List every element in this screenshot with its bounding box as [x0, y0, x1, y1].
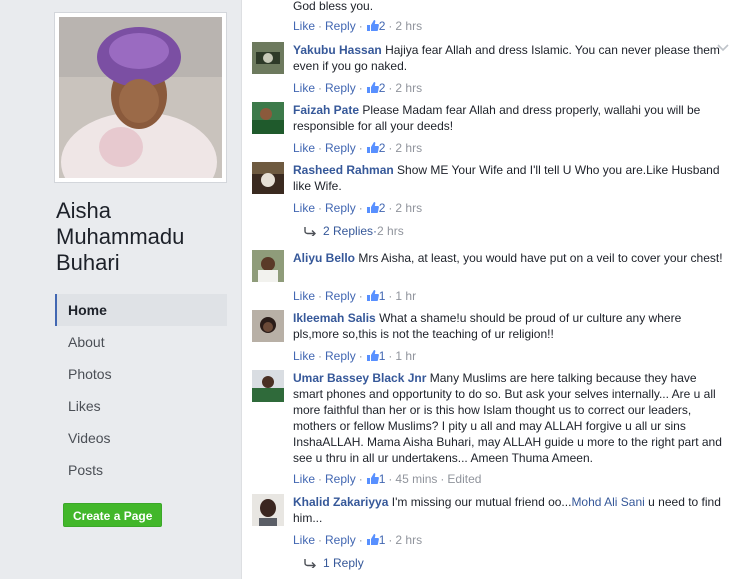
reply-link[interactable]: Reply: [325, 472, 356, 486]
like-count[interactable]: 1: [379, 349, 386, 363]
nav-home[interactable]: Home: [55, 294, 227, 326]
comment-time: 2 hrs: [395, 533, 423, 547]
avatar[interactable]: [252, 370, 284, 402]
page-nav: Home About Photos Likes Videos Posts: [55, 294, 227, 486]
avatar[interactable]: [252, 250, 284, 282]
thumbs-up-icon: [366, 350, 379, 361]
reply-link[interactable]: Reply: [325, 533, 356, 547]
reply-link[interactable]: Reply: [325, 141, 356, 155]
nav-posts[interactable]: Posts: [55, 454, 227, 486]
thumbs-up-icon: [366, 142, 379, 153]
mention-link[interactable]: Mohd Ali Sani: [571, 495, 644, 509]
like-count[interactable]: 2: [379, 19, 386, 33]
comment-text: Many Muslims are here talking because th…: [293, 371, 722, 465]
nav-videos[interactable]: Videos: [55, 422, 227, 454]
comment-author[interactable]: Khalid Zakariyya: [293, 495, 388, 509]
reply-link[interactable]: Reply: [325, 289, 356, 303]
reply-link[interactable]: Reply: [325, 201, 356, 215]
page-title-line: Muhammadu: [56, 224, 185, 249]
profile-picture[interactable]: [54, 12, 227, 183]
like-link[interactable]: Like: [293, 81, 315, 95]
like-link[interactable]: Like: [293, 349, 315, 363]
like-link[interactable]: Like: [293, 141, 315, 155]
like-link[interactable]: Like: [293, 533, 315, 547]
like-link[interactable]: Like: [293, 201, 315, 215]
avatar-image: [252, 370, 284, 402]
reply-link[interactable]: Reply: [325, 349, 356, 363]
reply-arrow-icon: [304, 559, 316, 568]
edited-label[interactable]: Edited: [447, 472, 481, 486]
avatar-image: [252, 102, 284, 134]
avatar[interactable]: [252, 102, 284, 134]
comment-time: 2 hrs: [395, 141, 423, 155]
avatar-image: [252, 494, 284, 526]
like-count[interactable]: 2: [379, 81, 386, 95]
profile-photo-image: [59, 17, 222, 178]
like-link[interactable]: Like: [293, 19, 315, 33]
create-page-button[interactable]: Create a Page: [63, 503, 163, 527]
page-sidebar: Aisha Muhammadu Buhari Home About Photos…: [0, 0, 240, 579]
like-link[interactable]: Like: [293, 289, 315, 303]
comment-author[interactable]: Umar Bassey Black Jnr: [293, 371, 426, 385]
page-title-line: Aisha: [56, 198, 112, 223]
nav-about[interactable]: About: [55, 326, 227, 358]
like-count[interactable]: 2: [379, 201, 386, 215]
comment-time: 2 hrs: [395, 81, 423, 95]
reply-arrow-icon: [304, 227, 316, 236]
comment-time: 2 hrs: [395, 201, 423, 215]
view-replies-link[interactable]: 2 Replies·2 hrs: [303, 224, 404, 238]
like-count[interactable]: 2: [379, 141, 386, 155]
thumbs-up-icon: [366, 82, 379, 93]
comment-author[interactable]: Faizah Pate: [293, 103, 359, 117]
nav-photos[interactable]: Photos: [55, 358, 227, 390]
avatar[interactable]: [252, 494, 284, 526]
thumbs-up-icon: [366, 20, 379, 31]
comment-author[interactable]: Rasheed Rahman: [293, 163, 394, 177]
like-count[interactable]: 1: [379, 289, 386, 303]
like-count[interactable]: 1: [379, 472, 386, 486]
avatar[interactable]: [252, 42, 284, 74]
comment-time: 1 hr: [395, 349, 417, 363]
comment-author[interactable]: Ikleemah Salis: [293, 311, 376, 325]
like-count[interactable]: 1: [379, 533, 386, 547]
page-title: Aisha Muhammadu Buhari: [56, 198, 236, 276]
thumbs-up-icon: [366, 473, 379, 484]
comments-panel: God bless you. Like · Reply · 2 · 2 hrs Yakubu…: [241, 0, 743, 579]
thumbs-up-icon: [366, 534, 379, 545]
comment-time: 1 hr: [395, 289, 417, 303]
avatar-image: [252, 42, 284, 74]
avatar-image: [252, 310, 284, 342]
comment-text: Mrs Aisha, at least, you would have put …: [358, 251, 723, 265]
avatar-image: [252, 162, 284, 194]
comment-author[interactable]: Yakubu Hassan: [293, 43, 382, 57]
replies-count[interactable]: 1 Reply: [323, 556, 364, 570]
replies-count[interactable]: 2 Replies: [323, 224, 373, 238]
comment-author[interactable]: Aliyu Bello: [293, 251, 355, 265]
comment-text: I'm missing our mutual friend oo...: [391, 495, 572, 509]
like-link[interactable]: Like: [293, 472, 315, 486]
comment-text: God bless you.: [293, 0, 374, 13]
reply-link[interactable]: Reply: [325, 19, 356, 33]
avatar[interactable]: [252, 310, 284, 342]
thumbs-up-icon: [366, 290, 379, 301]
thumbs-up-icon: [366, 202, 379, 213]
comment-time: 45 mins: [395, 472, 438, 486]
avatar-image: [252, 250, 284, 282]
nav-likes[interactable]: Likes: [55, 390, 227, 422]
page-title-line: Buhari: [56, 250, 120, 275]
comment-time: 2 hrs: [395, 19, 423, 33]
view-replies-link[interactable]: 1 Reply: [303, 556, 364, 570]
replies-time: 2 hrs: [377, 224, 404, 238]
avatar[interactable]: [252, 162, 284, 194]
reply-link[interactable]: Reply: [325, 81, 356, 95]
